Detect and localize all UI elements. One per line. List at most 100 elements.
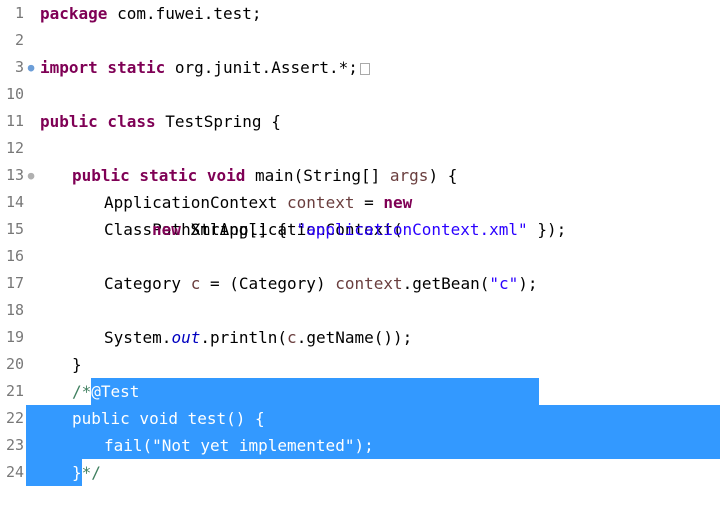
gutter-marker	[26, 270, 36, 297]
token-comment: /*	[72, 382, 91, 401]
code-line[interactable]: 23 fail("Not yet implemented");	[0, 432, 720, 459]
code-content[interactable]: System.out.println(c.getName());	[36, 324, 720, 351]
gutter-marker	[26, 135, 36, 162]
code-editor[interactable]: 1package com.fuwei.test;23●import static…	[0, 0, 720, 486]
gutter-marker	[26, 189, 36, 216]
code-line[interactable]: 12	[0, 135, 720, 162]
code-content[interactable]: ApplicationContext context = new ClassPa…	[36, 189, 720, 216]
line-number: 21	[0, 378, 26, 405]
line-number: 22	[0, 405, 26, 432]
token-kw: new	[383, 193, 412, 212]
line-number: 14	[0, 189, 26, 216]
code-line[interactable]: 21 /*@Test	[0, 378, 720, 405]
token-plain: {	[271, 112, 281, 131]
token-pkg: com.fuwei.test	[117, 4, 252, 23]
token-plain: .getBean(	[403, 274, 490, 293]
code-line[interactable]: 14 ApplicationContext context = new Class…	[0, 189, 720, 216]
line-number: 10	[0, 81, 26, 108]
line-number: 12	[0, 135, 26, 162]
token-type: TestSpring	[165, 112, 271, 131]
token-var: c	[287, 328, 297, 347]
fold-indicator-icon[interactable]	[360, 63, 370, 75]
code-line[interactable]: 18	[0, 297, 720, 324]
code-line[interactable]: 1 package com.fuwei.test;	[0, 0, 720, 27]
token-type: Category	[104, 274, 191, 293]
token-comment: }	[72, 463, 82, 482]
token-comment: fail("Not yet implemented");	[104, 436, 374, 455]
token-var: c	[191, 274, 201, 293]
code-content[interactable]: import static org.junit.Assert.*;	[36, 54, 720, 81]
token-plain: );	[518, 274, 537, 293]
code-content[interactable]: }	[36, 351, 720, 378]
code-line[interactable]: 22 public void test() {	[0, 405, 720, 432]
token-str: "c"	[489, 274, 518, 293]
token-plain: ;	[348, 58, 358, 77]
token-plain: []	[361, 166, 390, 185]
line-number: 1	[0, 0, 26, 27]
code-line[interactable]: 10	[0, 81, 720, 108]
token-kw: public static void	[72, 166, 255, 185]
line-number: 20	[0, 351, 26, 378]
code-line[interactable]: 2	[0, 27, 720, 54]
code-line[interactable]: 24 }*/	[0, 459, 720, 486]
token-plain: ;	[252, 4, 262, 23]
code-content[interactable]: new String[] { "applicationContext.xml" …	[36, 216, 720, 243]
line-number: 23	[0, 432, 26, 459]
gutter-marker	[26, 243, 36, 270]
gutter-marker	[26, 216, 36, 243]
code-content[interactable]: public void test() {	[26, 405, 720, 432]
token-field-static: out	[171, 328, 200, 347]
code-line[interactable]: 20}	[0, 351, 720, 378]
token-plain: ) {	[428, 166, 457, 185]
line-number: 3	[0, 54, 26, 81]
gutter-marker	[26, 297, 36, 324]
code-content[interactable]: Category c = (Category) context.getBean(…	[36, 270, 720, 297]
code-content[interactable]: package com.fuwei.test;	[36, 0, 720, 27]
gutter-marker	[26, 0, 36, 27]
line-number: 17	[0, 270, 26, 297]
line-number: 24	[0, 459, 26, 486]
gutter-marker	[26, 351, 36, 378]
token-kw: import static	[40, 58, 175, 77]
code-content[interactable]: fail("Not yet implemented");	[26, 432, 720, 459]
token-type: String	[191, 220, 249, 239]
code-line[interactable]: 3●import static org.junit.Assert.*;	[0, 54, 720, 81]
token-plain: = (	[200, 274, 239, 293]
token-plain: )	[316, 274, 335, 293]
code-line[interactable]: 15 new String[] { "applicationContext.xml…	[0, 216, 720, 243]
token-plain: });	[528, 220, 567, 239]
line-number: 13	[0, 162, 26, 189]
token-var: context	[335, 274, 402, 293]
gutter-marker	[26, 324, 36, 351]
code-content[interactable]: /*@Test	[36, 378, 720, 405]
line-number: 15	[0, 216, 26, 243]
token-comment: public void test() {	[72, 409, 265, 428]
code-line[interactable]: 16	[0, 243, 720, 270]
code-line[interactable]: 19System.out.println(c.getName());	[0, 324, 720, 351]
method-marker-icon: ●	[26, 162, 36, 189]
code-content[interactable]	[36, 81, 720, 108]
code-content[interactable]: }*/	[36, 459, 720, 486]
token-pkg: org.junit.Assert.*	[175, 58, 348, 77]
code-content[interactable]	[36, 135, 720, 162]
token-var: context	[287, 193, 354, 212]
token-type: main	[255, 166, 294, 185]
gutter-marker	[26, 108, 36, 135]
code-line[interactable]: 17Category c = (Category) context.getBea…	[0, 270, 720, 297]
code-content[interactable]: public static void main(String[] args) {	[36, 162, 720, 189]
line-number: 18	[0, 297, 26, 324]
line-number: 16	[0, 243, 26, 270]
code-content[interactable]	[36, 243, 720, 270]
token-plain: =	[354, 193, 383, 212]
token-kw: new	[152, 220, 191, 239]
token-comment: @Test	[91, 382, 139, 401]
line-number: 11	[0, 108, 26, 135]
code-content[interactable]	[36, 297, 720, 324]
token-type: String	[303, 166, 361, 185]
code-line[interactable]: 13●public static void main(String[] args…	[0, 162, 720, 189]
code-line[interactable]: 11 public class TestSpring {	[0, 108, 720, 135]
code-content[interactable]: public class TestSpring {	[36, 108, 720, 135]
code-content[interactable]	[36, 27, 720, 54]
token-plain: [] {	[248, 220, 296, 239]
gutter-marker	[26, 27, 36, 54]
